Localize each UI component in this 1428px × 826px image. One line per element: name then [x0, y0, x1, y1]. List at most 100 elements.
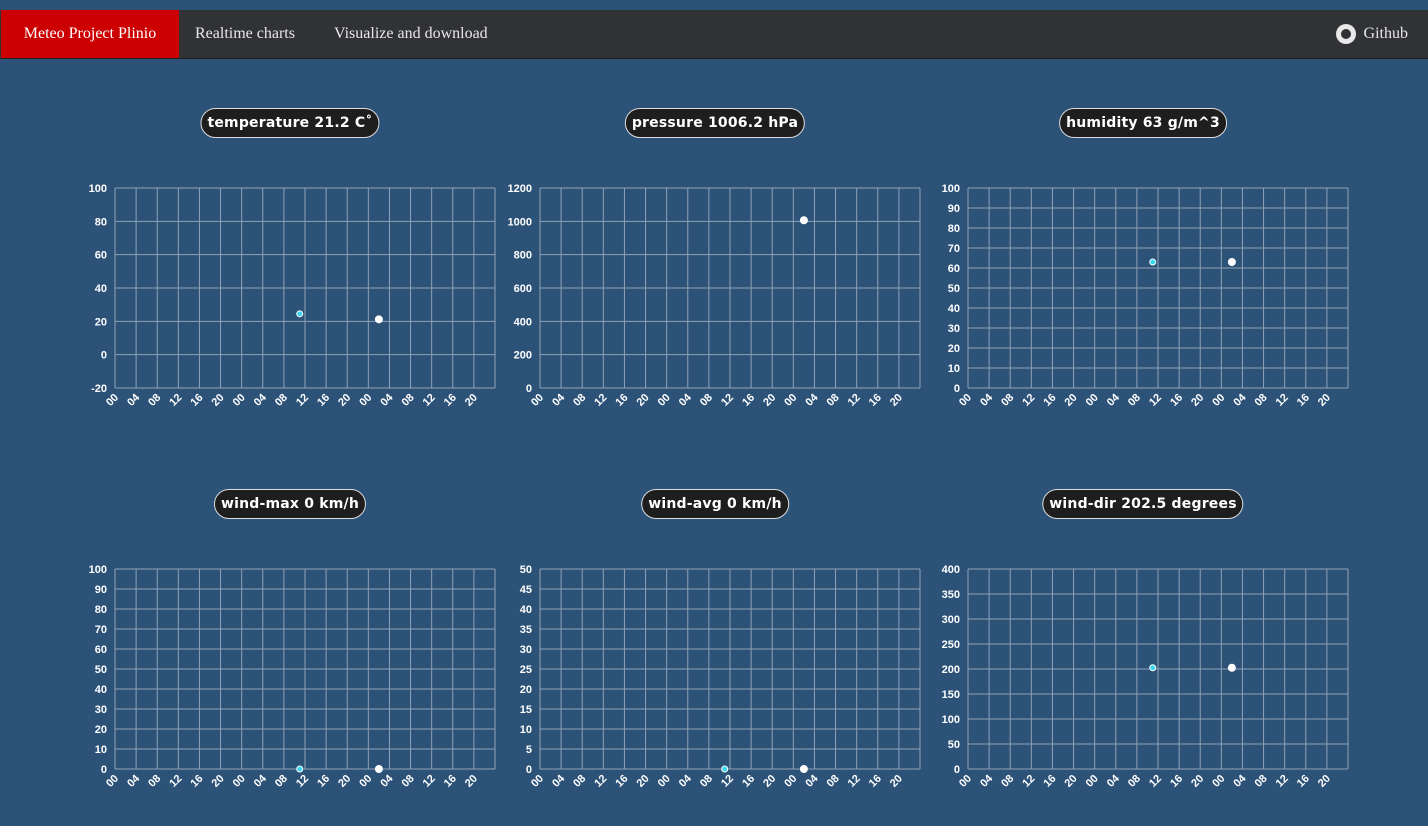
- x-tick-label: 16: [442, 392, 459, 409]
- x-tick-label: 20: [463, 392, 480, 409]
- data-point[interactable]: [296, 310, 304, 318]
- y-tick-label: 10: [520, 724, 532, 736]
- temperature-chart-panel: 100 80 60 40 20 0 -20 00 04 08 12 16 20 00 04 08 12 16 20 0…: [75, 108, 505, 409]
- nav-realtime-charts[interactable]: Realtime charts: [195, 10, 295, 58]
- x-tick-label: 12: [1020, 392, 1037, 409]
- x-tick-label: 12: [1020, 773, 1037, 790]
- y-tick-label: 0: [954, 383, 960, 395]
- x-tick-label: 12: [294, 773, 311, 790]
- y-tick-label: 20: [948, 343, 960, 355]
- x-tick-label: 00: [1210, 773, 1227, 790]
- x-tick-label: 20: [336, 773, 353, 790]
- y-tick-label: 0: [954, 764, 960, 776]
- x-tick-label: 04: [125, 391, 143, 409]
- data-point[interactable]: [1149, 258, 1157, 266]
- x-tick-label: 20: [761, 773, 778, 790]
- y-tick-label: 40: [948, 303, 960, 315]
- x-tick-label: 08: [698, 392, 715, 409]
- y-tick-label: 80: [95, 216, 107, 228]
- x-tick-label: 04: [803, 391, 821, 409]
- nav-visualize-download[interactable]: Visualize and download: [334, 10, 488, 58]
- data-point[interactable]: [296, 765, 304, 773]
- x-tick-label: 12: [294, 392, 311, 409]
- pressure-chart-panel: 1200 1000 800 600 400 200 0 00 04 08 12 16 20 00 04 08 1…: [500, 108, 930, 409]
- x-tick-label: 12: [719, 392, 736, 409]
- x-tick-label: 20: [336, 392, 353, 409]
- x-tick-label: 16: [740, 773, 757, 790]
- x-tick-label: 04: [1105, 391, 1123, 409]
- x-tick-label: 16: [315, 773, 332, 790]
- x-tick-label: 00: [357, 773, 374, 790]
- x-tick-label: 16: [1295, 773, 1312, 790]
- y-tick-label: 5: [526, 744, 532, 756]
- x-tick-label: 00: [782, 392, 799, 409]
- y-tick-label: 50: [948, 739, 960, 751]
- data-point[interactable]: [799, 216, 808, 225]
- github-link[interactable]: Github: [1335, 10, 1408, 58]
- y-tick-label: 400: [942, 564, 960, 576]
- data-point[interactable]: [374, 315, 383, 324]
- y-tick-label: 800: [514, 250, 532, 262]
- temperature-chart: 100806040200-2000 04 08 12 16 20 00 04 08 12 16 20 0…: [89, 183, 496, 409]
- y-tick-label: 50: [520, 564, 532, 576]
- x-tick-label: 08: [825, 392, 842, 409]
- y-tick-label: 45: [520, 584, 532, 596]
- x-tick-label: 08: [146, 773, 163, 790]
- x-tick-label: 20: [761, 392, 778, 409]
- x-tick-label: 04: [550, 772, 568, 790]
- x-tick-label: 04: [1231, 391, 1249, 409]
- x-tick-label: 16: [613, 392, 630, 409]
- y-tick-label: 300: [942, 614, 960, 626]
- y-tick-label: 30: [520, 644, 532, 656]
- pressure-chart: 12001000800600400200000 04 08 12 16 20 00 04 08 1…: [508, 183, 921, 409]
- x-tick-label: 16: [613, 773, 630, 790]
- y-tick-label: 100: [89, 183, 107, 195]
- x-tick-label: 00: [656, 392, 673, 409]
- chart-grid: 1200 1000 800 600 400 200 0: [508, 183, 921, 395]
- humidity-chart-title: humidity 63 g/m^3: [1059, 108, 1227, 138]
- x-tick-label: 16: [442, 773, 459, 790]
- x-tick-label: 16: [1041, 392, 1058, 409]
- x-tick-label: 12: [846, 392, 863, 409]
- x-tick-label: 12: [421, 773, 438, 790]
- data-point[interactable]: [799, 765, 808, 773]
- x-tick-label: 04: [677, 772, 695, 790]
- data-point[interactable]: [374, 765, 383, 773]
- brand-link[interactable]: Meteo Project Plinio: [1, 10, 179, 58]
- data-point[interactable]: [721, 765, 729, 773]
- y-tick-label: 25: [520, 664, 532, 676]
- y-tick-label: 40: [95, 283, 107, 295]
- x-tick-label: 00: [782, 773, 799, 790]
- x-tick-label: 08: [146, 392, 163, 409]
- data-point[interactable]: [1227, 663, 1236, 672]
- y-tick-label: 80: [95, 604, 107, 616]
- x-tick-label: 04: [378, 391, 396, 409]
- data-point[interactable]: [1227, 258, 1236, 266]
- y-tick-label: 50: [95, 664, 107, 676]
- y-tick-label: 400: [514, 316, 532, 328]
- x-tick-label: 12: [421, 392, 438, 409]
- x-tick-label: 20: [210, 773, 227, 790]
- y-tick-label: 80: [948, 223, 960, 235]
- x-tick-label: 00: [1084, 773, 1101, 790]
- chart-grid: 400 350 300 250 200 150 100 50 0: [942, 564, 1349, 776]
- x-tick-label: 04: [125, 772, 143, 790]
- x-tick-label: 16: [1041, 773, 1058, 790]
- x-tick-label: 04: [1105, 772, 1123, 790]
- y-tick-label: 60: [95, 250, 107, 262]
- data-point[interactable]: [1149, 664, 1157, 672]
- x-tick-label: 00: [1210, 392, 1227, 409]
- wind-avg-chart-title: wind-avg 0 km/h: [641, 489, 789, 519]
- x-tick-label: 16: [867, 392, 884, 409]
- x-tick-label: 20: [1316, 392, 1333, 409]
- x-tick-label: 04: [252, 772, 270, 790]
- y-tick-label: 0: [101, 764, 107, 776]
- x-tick-label: 16: [867, 773, 884, 790]
- y-tick-label: 600: [514, 283, 532, 295]
- y-tick-label: 40: [520, 604, 532, 616]
- x-tick-label: 08: [1253, 773, 1270, 790]
- y-tick-label: 30: [948, 323, 960, 335]
- wind-dir-chart-panel: 400 350 300 250 200 150 100 50 0 00 04 08 12 16 20 00 04…: [928, 489, 1358, 790]
- wind-avg-chart-panel: 50 45 40 35 30 25 20 15 10 5 0 00 04 08 12 16 20 00 04 08 12…: [500, 489, 930, 790]
- navbar: Meteo Project Plinio Realtime charts Vis…: [0, 10, 1428, 59]
